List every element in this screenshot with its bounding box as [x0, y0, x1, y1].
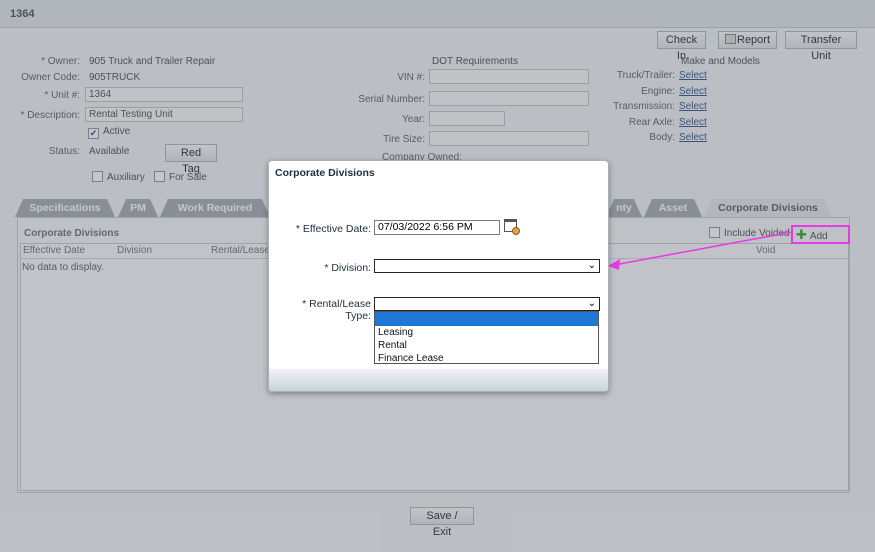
chevron-down-icon: ⌄: [587, 260, 596, 271]
division-select[interactable]: ⌄: [374, 259, 600, 273]
rental-lease-type-options[interactable]: Leasing Rental Finance Lease: [374, 311, 599, 364]
rental-lease-label: * Rental/Lease: [302, 298, 371, 310]
rental-lease-type-select[interactable]: ⌄: [374, 297, 600, 311]
calendar-clock-icon[interactable]: [504, 219, 520, 235]
dialog-header: Corporate Divisions: [269, 161, 608, 185]
chevron-down-icon: ⌄: [587, 298, 596, 309]
option-blank[interactable]: [375, 312, 598, 326]
option-finance-lease[interactable]: Finance Lease: [375, 352, 598, 365]
effective-date-label: * Effective Date:: [295, 223, 371, 235]
option-leasing[interactable]: Leasing: [375, 326, 598, 339]
division-label: * Division:: [324, 262, 371, 274]
dialog-title: Corporate Divisions: [275, 167, 375, 179]
effective-date-input[interactable]: 07/03/2022 6:56 PM: [374, 220, 500, 235]
annotation-arrow: [608, 231, 793, 270]
option-rental[interactable]: Rental: [375, 339, 598, 352]
dialog-footer: [269, 369, 608, 391]
rental-lease-type-label: Type:: [345, 310, 371, 322]
